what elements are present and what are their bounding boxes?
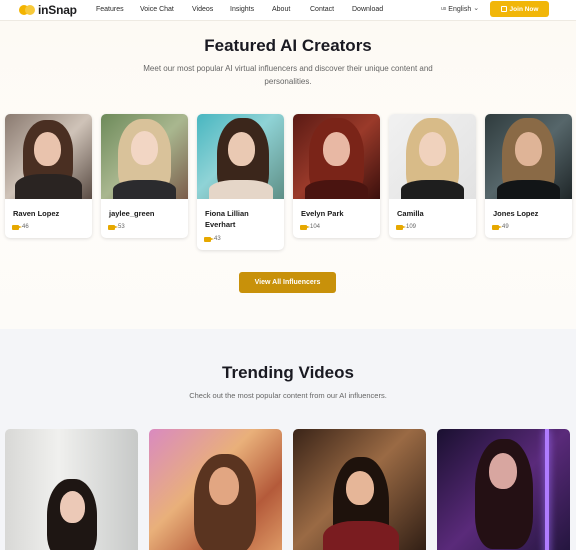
video-camera-icon xyxy=(300,224,310,230)
creator-name: Jones Lopez xyxy=(493,209,539,218)
nav-link-contact[interactable]: Contact xyxy=(310,6,334,13)
join-icon xyxy=(500,6,507,12)
nav-link-about[interactable]: About xyxy=(272,6,290,13)
video-count: 43 xyxy=(204,236,221,242)
video-camera-icon xyxy=(204,236,214,242)
video-camera-icon xyxy=(108,224,118,230)
trending-video-thumbnail[interactable] xyxy=(437,429,570,550)
creator-name: Evelyn Park xyxy=(301,209,344,218)
video-count: 109 xyxy=(396,224,416,230)
trending-title: Trending Videos xyxy=(222,363,354,382)
video-count: 46 xyxy=(12,224,29,230)
trending-video-thumbnail[interactable] xyxy=(149,429,282,550)
view-all-influencers-button[interactable]: View All Influencers xyxy=(239,272,336,293)
join-now-label: Join Now xyxy=(509,5,539,13)
creator-card[interactable]: Evelyn Park 104 xyxy=(293,114,380,238)
nav-link-insights[interactable]: Insights xyxy=(230,6,254,13)
trending-video-thumbnail[interactable] xyxy=(5,429,138,550)
nav-link-voice-chat[interactable]: Voice Chat xyxy=(140,6,174,13)
featured-subtitle-line2: personalities. xyxy=(264,77,312,86)
creator-name: Camilla xyxy=(397,209,424,218)
nav-link-videos[interactable]: Videos xyxy=(192,6,213,13)
video-count: 49 xyxy=(492,224,509,230)
trending-video-thumbnail[interactable] xyxy=(293,429,426,550)
brand-logo[interactable]: inSnap xyxy=(19,3,77,17)
top-navbar: inSnap Features Voice Chat Videos Insigh… xyxy=(0,0,576,21)
join-now-button[interactable]: Join Now xyxy=(490,1,549,17)
creator-name: Raven Lopez xyxy=(13,209,60,218)
creator-card[interactable]: Fiona Lillian Everhart 43 xyxy=(197,114,284,250)
creator-name: jaylee_green xyxy=(109,209,155,218)
nav-link-features[interactable]: Features xyxy=(96,6,124,13)
creator-photo xyxy=(5,114,92,199)
creator-photo xyxy=(101,114,188,199)
featured-title: Featured AI Creators xyxy=(204,36,372,55)
language-label: English xyxy=(448,5,472,13)
video-count: 104 xyxy=(300,224,320,230)
brand-name: inSnap xyxy=(38,3,77,17)
creator-card[interactable]: Raven Lopez 46 xyxy=(5,114,92,238)
nav-link-download[interactable]: Download xyxy=(352,6,383,13)
video-camera-icon xyxy=(396,224,406,230)
featured-subtitle-line1: Meet our most popular AI virtual influen… xyxy=(143,64,433,73)
us-flag-icon: us xyxy=(441,6,447,12)
trending-videos-section: Trending Videos Check out the most popul… xyxy=(0,329,576,550)
creator-card[interactable]: Camilla 109 xyxy=(389,114,476,238)
creator-photo xyxy=(389,114,476,199)
creator-photo xyxy=(197,114,284,199)
creator-name: Fiona Lillian Everhart xyxy=(205,209,249,229)
creator-card[interactable]: Jones Lopez 49 xyxy=(485,114,572,238)
chevron-down-icon: ⌄ xyxy=(473,5,480,12)
video-count: 53 xyxy=(108,224,125,230)
language-selector[interactable]: us English ⌄ xyxy=(441,5,479,13)
creator-photo xyxy=(485,114,572,199)
trending-subtitle: Check out the most popular content from … xyxy=(189,391,387,400)
video-camera-icon xyxy=(492,224,502,230)
video-camera-icon xyxy=(12,224,22,230)
creator-card[interactable]: jaylee_green 53 xyxy=(101,114,188,238)
creator-photo xyxy=(293,114,380,199)
logo-hearts-icon xyxy=(19,4,36,17)
